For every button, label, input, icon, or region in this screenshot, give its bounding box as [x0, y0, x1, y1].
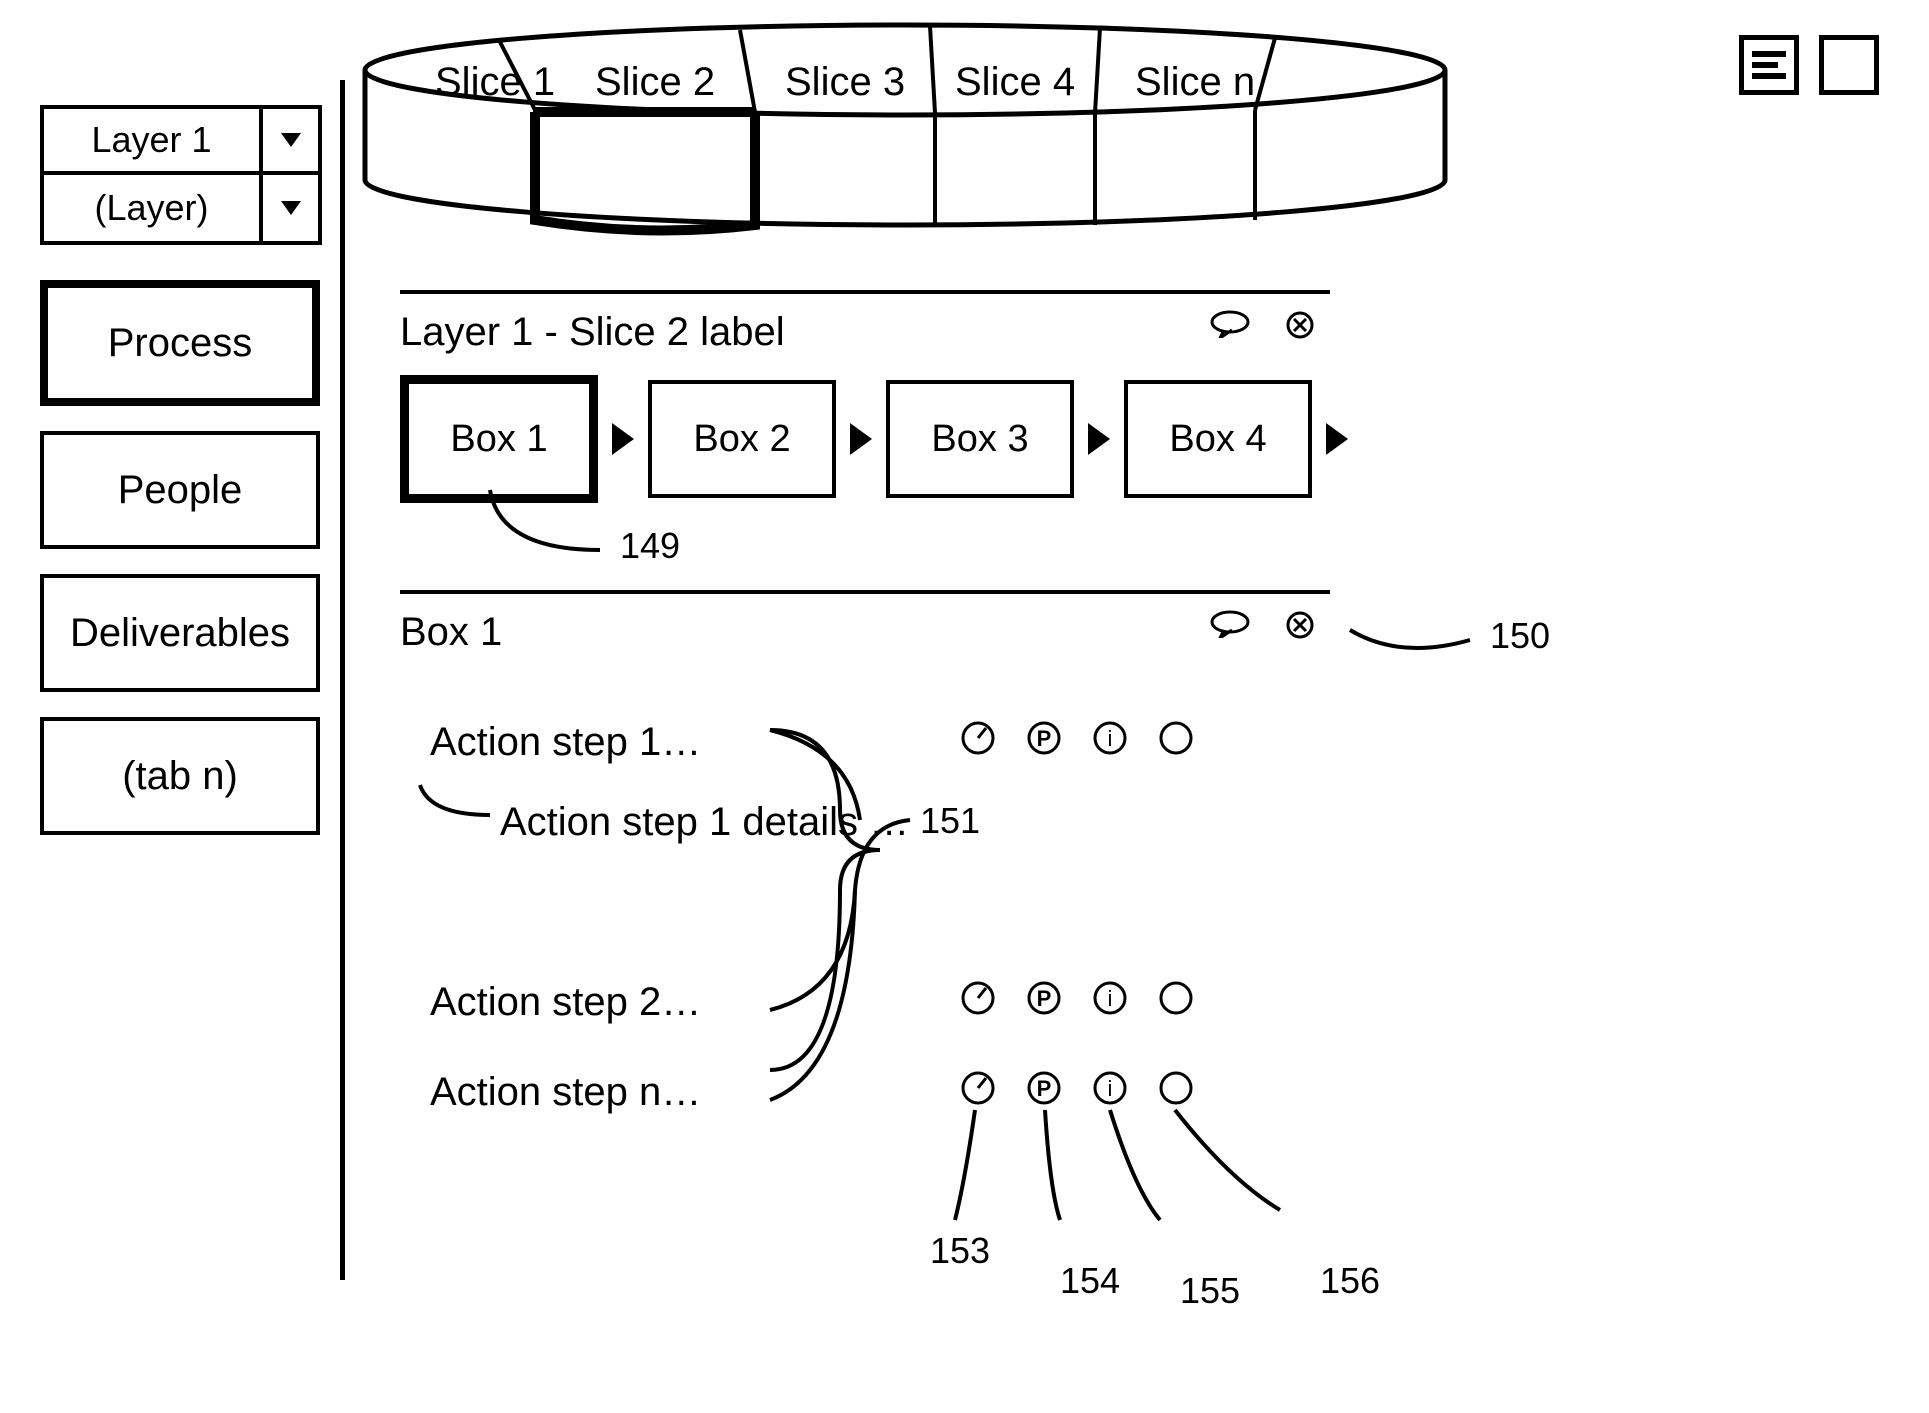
chevron-down-icon: [281, 133, 301, 147]
timer-icon[interactable]: [960, 980, 996, 1016]
svg-text:i: i: [1108, 726, 1113, 751]
svg-text:i: i: [1108, 1076, 1113, 1101]
layer-2-dropdown[interactable]: [259, 175, 322, 245]
svg-text:Slice 3: Slice 3: [785, 60, 905, 104]
sidebar-divider: [340, 80, 345, 1280]
comment-icon[interactable]: [1210, 310, 1250, 338]
box-section-title: Box 1: [400, 610, 502, 655]
svg-text:i: i: [1108, 986, 1113, 1011]
layer-2-label: (Layer): [94, 187, 208, 229]
layer-1-select[interactable]: Layer 1: [40, 105, 259, 175]
ref-153: 153: [930, 1230, 990, 1272]
sidebar-tabs: Process People Deliverables (tab n): [40, 280, 320, 860]
brace-151b: [760, 710, 940, 1130]
box-4-label: Box 4: [1169, 418, 1266, 461]
box-3-label: Box 3: [931, 418, 1028, 461]
layer-row-2: (Layer): [40, 175, 325, 245]
p-icon[interactable]: P: [1026, 980, 1062, 1016]
section-2-top-line: [400, 590, 1330, 594]
info-icon[interactable]: i: [1092, 980, 1128, 1016]
action-step-1-icons: P i: [960, 720, 1194, 756]
tab-people[interactable]: People: [40, 431, 320, 549]
action-step-2-icons: P i: [960, 980, 1194, 1016]
view-toggle-group: [1739, 35, 1879, 95]
layer-selector-stack: Layer 1 (Layer): [40, 105, 325, 245]
tab-deliverables[interactable]: Deliverables: [40, 574, 320, 692]
timer-icon[interactable]: [960, 720, 996, 756]
ref-154: 154: [1060, 1260, 1120, 1302]
close-icon[interactable]: [1285, 310, 1315, 340]
action-step-1[interactable]: Action step 1…: [430, 720, 701, 765]
tab-process-label: Process: [108, 321, 253, 366]
breadcrumb: Layer 1 - Slice 2 label: [400, 310, 785, 355]
leader-150: [1340, 600, 1490, 670]
action-step-2[interactable]: Action step 2…: [430, 980, 701, 1025]
arrow-right-icon: [850, 423, 872, 455]
chevron-down-icon: [281, 201, 301, 215]
cylinder-slices: Slice 1 Slice 2 Slice 3 Slice 4 Slice n: [355, 20, 1455, 230]
layer-2-select[interactable]: (Layer): [40, 175, 259, 245]
tab-deliverables-label: Deliverables: [70, 611, 290, 656]
p-icon[interactable]: P: [1026, 720, 1062, 756]
layer-1-dropdown[interactable]: [259, 105, 322, 175]
status-circle-icon[interactable]: [1158, 980, 1194, 1016]
svg-text:Slice n: Slice n: [1135, 60, 1255, 104]
leader-149: [480, 480, 640, 570]
section-1-controls: [1210, 310, 1315, 340]
ref-150: 150: [1490, 615, 1550, 657]
svg-text:Slice 2: Slice 2: [595, 60, 715, 104]
box-1-label: Box 1: [450, 418, 547, 461]
leader-detail: [400, 770, 500, 830]
list-view-icon[interactable]: [1739, 35, 1799, 95]
section-1-top-line: [400, 290, 1330, 294]
layer-1-label: Layer 1: [91, 119, 211, 161]
svg-text:P: P: [1037, 986, 1052, 1011]
box-2[interactable]: Box 2: [648, 380, 836, 498]
box-3[interactable]: Box 3: [886, 380, 1074, 498]
section-2-controls: [1210, 610, 1315, 640]
tab-process[interactable]: Process: [40, 280, 320, 406]
close-icon[interactable]: [1285, 610, 1315, 640]
blank-view-icon[interactable]: [1819, 35, 1879, 95]
ref-156: 156: [1320, 1260, 1380, 1302]
svg-text:Slice 1: Slice 1: [435, 60, 555, 104]
leaders-icons: [950, 1100, 1310, 1250]
box-2-label: Box 2: [693, 418, 790, 461]
tab-n-label: (tab n): [122, 754, 238, 799]
layer-row-1: Layer 1: [40, 105, 325, 175]
info-icon[interactable]: i: [1092, 720, 1128, 756]
comment-icon[interactable]: [1210, 610, 1250, 638]
tab-n[interactable]: (tab n): [40, 717, 320, 835]
arrow-right-icon[interactable]: [1326, 423, 1348, 455]
svg-text:Slice 4: Slice 4: [955, 60, 1075, 104]
box-4[interactable]: Box 4: [1124, 380, 1312, 498]
ref-155: 155: [1180, 1270, 1240, 1312]
ref-149: 149: [620, 525, 680, 567]
svg-text:P: P: [1037, 726, 1052, 751]
svg-text:P: P: [1037, 1076, 1052, 1101]
action-step-n[interactable]: Action step n…: [430, 1070, 701, 1115]
arrow-right-icon: [1088, 423, 1110, 455]
tab-people-label: People: [118, 468, 243, 513]
arrow-right-icon: [612, 423, 634, 455]
ref-151: 151: [920, 800, 980, 842]
status-circle-icon[interactable]: [1158, 720, 1194, 756]
